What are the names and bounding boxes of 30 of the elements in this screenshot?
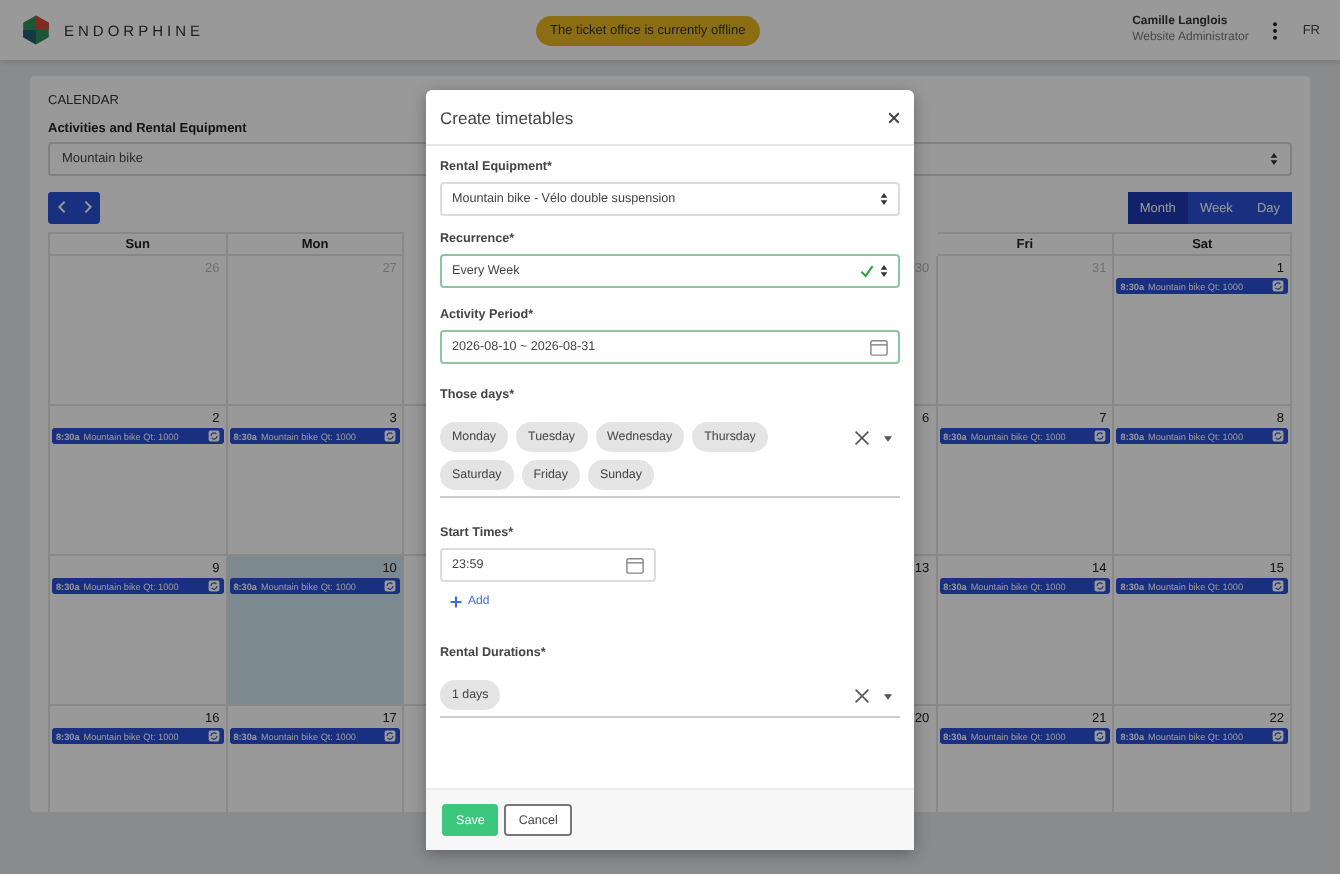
repeat-icon <box>384 430 397 442</box>
repeat-icon <box>1272 430 1284 442</box>
kebab-menu-icon[interactable] <box>1272 21 1279 39</box>
select-caret-icon <box>1270 152 1278 166</box>
logo-icon <box>20 14 52 46</box>
repeat-icon <box>1272 730 1284 742</box>
repeat-icon <box>384 580 397 592</box>
repeat-icon <box>384 730 397 742</box>
checkmark-icon <box>860 264 874 278</box>
clear-icon[interactable] <box>854 688 870 704</box>
dropdown-caret-icon[interactable] <box>884 435 892 441</box>
close-icon[interactable] <box>888 111 900 123</box>
dialog-title: Create timetables <box>440 107 574 127</box>
select-caret-icon <box>880 264 888 278</box>
repeat-icon <box>1094 730 1107 742</box>
repeat-icon <box>1094 580 1107 592</box>
dropdown-caret-icon[interactable] <box>884 693 892 699</box>
repeat-icon <box>1272 280 1284 292</box>
chevron-right-icon <box>83 199 91 213</box>
repeat-icon <box>1094 430 1107 442</box>
repeat-icon <box>1272 580 1284 592</box>
calendar-icon <box>870 338 888 356</box>
select-caret-icon <box>880 192 888 206</box>
calendar-icon <box>626 556 644 574</box>
repeat-icon <box>207 580 220 592</box>
chevron-left-icon <box>57 199 65 213</box>
clear-icon[interactable] <box>854 430 870 446</box>
repeat-icon <box>207 730 220 742</box>
plus-icon <box>450 596 462 608</box>
repeat-icon <box>207 430 220 442</box>
